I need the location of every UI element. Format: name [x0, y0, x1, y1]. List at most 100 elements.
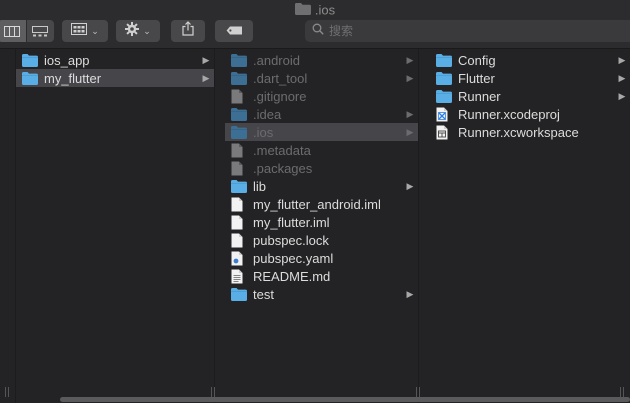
gallery-view-icon[interactable] — [25, 20, 55, 42]
xcode-project-icon — [436, 107, 452, 121]
column-resize-handle[interactable] — [5, 387, 13, 397]
folder-row[interactable]: .dart_tool ▶ — [225, 69, 418, 87]
gear-icon — [125, 21, 140, 41]
folder-icon — [294, 2, 311, 19]
disclosure-arrow-icon: ▶ — [406, 72, 414, 83]
folder-icon — [231, 125, 247, 139]
document-icon — [231, 161, 247, 175]
folder-row[interactable]: ios_app ▶ — [16, 51, 214, 69]
item-label: pubspec.yaml — [253, 250, 334, 266]
item-label: ios_app — [44, 52, 90, 68]
item-label: test — [253, 286, 274, 302]
item-label: my_flutter — [44, 70, 102, 86]
disclosure-arrow-icon: ▶ — [406, 126, 414, 137]
disclosure-arrow-icon: ▶ — [406, 54, 414, 65]
item-label: .android — [253, 52, 300, 68]
folder-row[interactable]: Flutter ▶ — [430, 69, 630, 87]
folder-row[interactable]: .android ▶ — [225, 51, 418, 69]
folder-row[interactable]: Config ▶ — [430, 51, 630, 69]
browser-column-3[interactable]: Config ▶ Flutter ▶ Runner ▶ Runner.xcodeproj Ru… — [430, 49, 630, 403]
disclosure-arrow-icon: ▶ — [406, 108, 414, 119]
folder-row[interactable]: Runner ▶ — [430, 87, 630, 105]
column-resize-handle[interactable] — [620, 387, 628, 397]
grid-group-icon — [71, 22, 88, 40]
share-button[interactable] — [171, 20, 205, 42]
group-button[interactable]: ⌄ — [62, 20, 108, 42]
file-row[interactable]: .metadata — [225, 141, 418, 159]
columns-view-icon[interactable] — [0, 20, 26, 42]
folder-icon — [231, 287, 247, 301]
file-row[interactable]: README.md — [225, 267, 418, 285]
item-label: Runner — [458, 88, 501, 104]
view-mode-segmented-control[interactable] — [0, 20, 54, 42]
folder-row[interactable]: .ios ▶ — [225, 123, 418, 141]
document-icon — [231, 143, 247, 157]
item-label: .dart_tool — [253, 70, 308, 86]
column-resize-handle[interactable] — [416, 387, 424, 397]
browser-column-2[interactable]: .android ▶ .dart_tool ▶ .gitignore .idea ▶ .ios… — [225, 49, 419, 403]
search-icon — [312, 22, 324, 40]
file-row[interactable]: pubspec.yaml — [225, 249, 418, 267]
disclosure-arrow-icon: ▶ — [406, 288, 414, 299]
text-file-icon — [231, 269, 247, 283]
folder-row[interactable]: my_flutter ▶ — [16, 69, 214, 87]
tag-icon — [226, 22, 243, 40]
disclosure-arrow-icon: ▶ — [618, 72, 626, 83]
disclosure-arrow-icon: ▶ — [618, 90, 626, 101]
folder-icon — [436, 53, 452, 67]
item-label: .gitignore — [253, 88, 307, 104]
folder-icon — [231, 179, 247, 193]
disclosure-arrow-icon: ▶ — [202, 72, 210, 83]
item-label: Runner.xcworkspace — [458, 124, 579, 140]
item-label: my_flutter.iml — [253, 214, 330, 230]
document-icon — [231, 233, 247, 247]
window-title: .ios — [0, 2, 630, 18]
folder-row[interactable]: test ▶ — [225, 285, 418, 303]
folder-icon — [231, 53, 247, 67]
finder-toolbar: .ios ⌄ ⌄ — [0, 0, 630, 49]
tag-button[interactable] — [215, 20, 253, 42]
file-row[interactable]: Runner.xcworkspace — [430, 123, 630, 141]
item-label: .packages — [253, 160, 313, 176]
search-field[interactable] — [305, 20, 630, 42]
folder-icon — [436, 89, 452, 103]
item-label: .ios — [253, 124, 274, 140]
item-label: .metadata — [253, 142, 311, 158]
column-resize-handle[interactable] — [211, 387, 219, 397]
chevron-down-icon: ⌄ — [91, 25, 99, 36]
item-label: .idea — [253, 106, 282, 122]
document-icon — [231, 215, 247, 229]
action-button[interactable]: ⌄ — [116, 20, 160, 42]
item-label: Runner.xcodeproj — [458, 106, 560, 122]
file-row[interactable]: Runner.xcodeproj — [430, 105, 630, 123]
file-row[interactable]: .packages — [225, 159, 418, 177]
horizontal-scrollbar[interactable] — [60, 397, 630, 402]
file-row[interactable]: my_flutter_android.iml — [225, 195, 418, 213]
share-icon — [182, 21, 194, 41]
folder-icon — [436, 71, 452, 85]
window-title-text: .ios — [314, 2, 336, 18]
folder-row[interactable]: .idea ▶ — [225, 105, 418, 123]
item-label: pubspec.lock — [253, 232, 329, 248]
xcode-workspace-icon — [436, 125, 452, 139]
folder-icon — [231, 107, 247, 121]
document-icon — [231, 89, 247, 103]
file-row[interactable]: .gitignore — [225, 87, 418, 105]
search-input[interactable] — [329, 24, 609, 38]
yaml-file-icon — [231, 251, 247, 265]
file-row[interactable]: pubspec.lock — [225, 231, 418, 249]
browser-column-parent[interactable] — [0, 49, 16, 403]
item-label: README.md — [253, 268, 331, 284]
folder-icon — [231, 71, 247, 85]
disclosure-arrow-icon: ▶ — [406, 180, 414, 191]
browser-column-1[interactable]: ios_app ▶ my_flutter ▶ — [16, 49, 215, 403]
file-row[interactable]: my_flutter.iml — [225, 213, 418, 231]
item-label: Flutter — [458, 70, 495, 86]
item-label: my_flutter_android.iml — [253, 196, 381, 212]
document-icon — [231, 197, 247, 211]
disclosure-arrow-icon: ▶ — [202, 54, 210, 65]
folder-row[interactable]: lib ▶ — [225, 177, 418, 195]
disclosure-arrow-icon: ▶ — [618, 54, 626, 65]
item-label: lib — [253, 178, 267, 194]
item-label: Config — [458, 52, 496, 68]
